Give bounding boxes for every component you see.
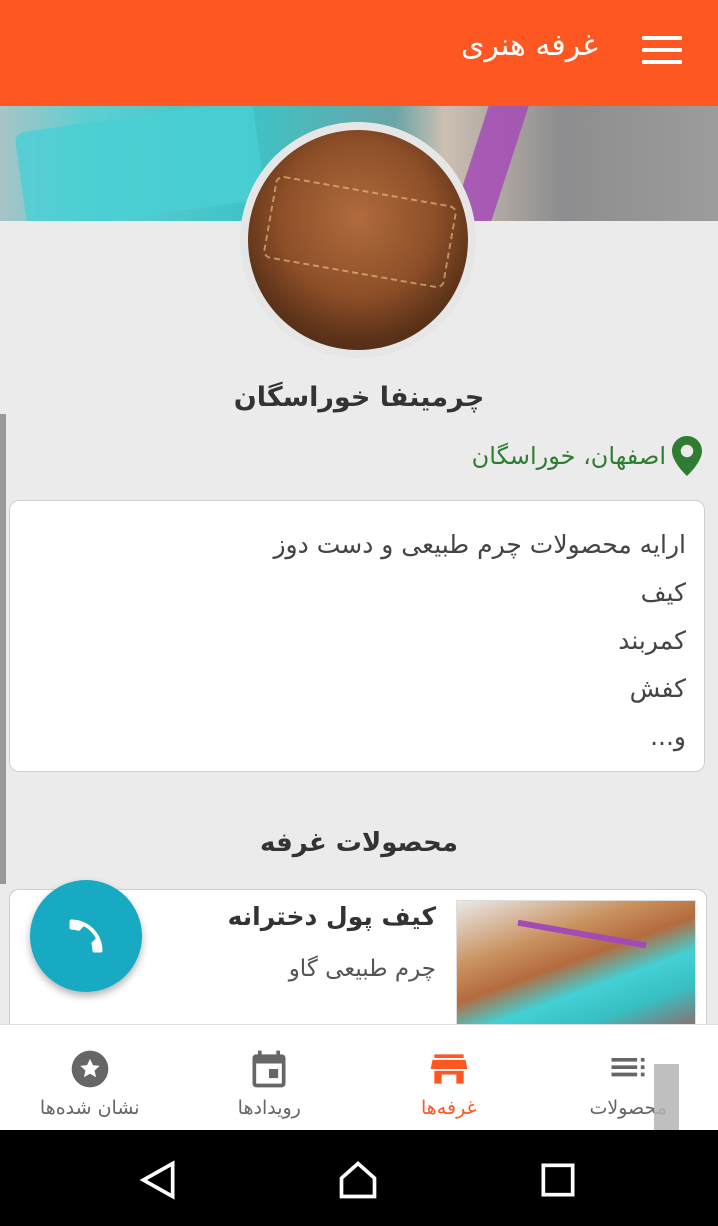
phone-icon [69, 919, 103, 953]
shop-avatar [240, 122, 476, 358]
nav-label: نشان شده‌ها [39, 1097, 140, 1119]
shop-name: چرمینفا خوراسگان [233, 382, 485, 413]
home-button[interactable] [336, 1158, 380, 1202]
description-line: کیف [640, 578, 686, 607]
products-section-title: محصولات غرفه [259, 828, 459, 858]
star-icon [71, 1050, 109, 1088]
description-line: و... [650, 722, 686, 751]
call-button[interactable] [30, 880, 142, 992]
menu-icon[interactable] [642, 36, 682, 66]
description-line: ارایه محصولات چرم طبیعی و دست دوز [273, 530, 686, 559]
product-name: کیف پول دخترانه [227, 902, 436, 931]
location-text: اصفهان، خوراسگان [471, 442, 666, 470]
nav-bookmarks[interactable]: نشان شده‌ها [0, 1025, 180, 1131]
home-icon [339, 1161, 377, 1199]
nav-events[interactable]: رویدادها [180, 1025, 360, 1131]
shop-location[interactable]: اصفهان، خوراسگان [472, 436, 702, 476]
back-triangle-icon [139, 1160, 175, 1200]
back-button[interactable] [136, 1158, 180, 1202]
app-bar: غرفه هنری [0, 0, 718, 106]
product-description: چرم طبیعی گاو [288, 956, 436, 982]
app-title: غرفه هنری [460, 28, 598, 63]
recents-button[interactable] [536, 1158, 580, 1202]
calendar-icon [252, 1050, 286, 1088]
bottom-navigation: محصولات غرفه‌ها رویدادها نشان شده‌ها [0, 1024, 718, 1131]
recents-square-icon [541, 1163, 575, 1197]
store-icon [430, 1054, 468, 1084]
nav-label: غرفه‌ها [421, 1097, 477, 1119]
location-pin-icon [672, 436, 702, 476]
shop-description: ارایه محصولات چرم طبیعی و دست دوز کیف کم… [9, 500, 705, 772]
system-navigation-bar [0, 1130, 718, 1226]
scroll-edge [0, 414, 6, 884]
description-line: کمربند [618, 626, 686, 655]
description-line: کفش [629, 674, 686, 703]
product-thumbnail[interactable] [456, 900, 696, 1042]
nav-booths[interactable]: غرفه‌ها [359, 1025, 539, 1131]
nav-label: رویدادها [237, 1097, 301, 1119]
